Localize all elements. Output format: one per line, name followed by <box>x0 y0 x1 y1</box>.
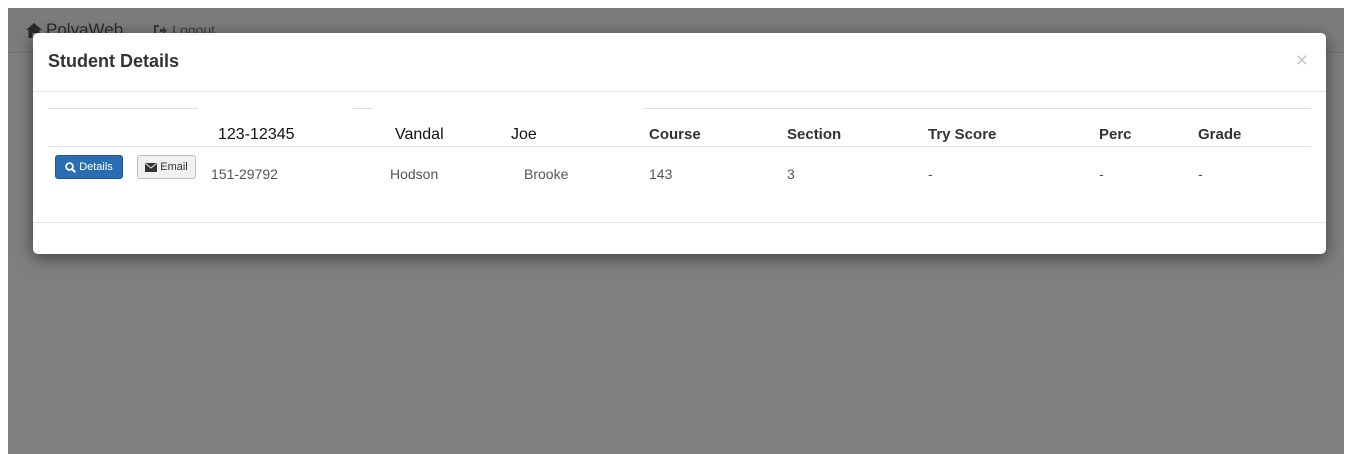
table-top-border <box>353 108 373 109</box>
row-course: 143 <box>649 166 673 182</box>
modal-footer <box>33 223 1326 255</box>
row-first-name: Brooke <box>524 166 569 182</box>
header-course: Course <box>649 126 701 143</box>
header-perc: Perc <box>1099 126 1132 143</box>
row-try-score: - <box>928 166 933 182</box>
page: PolyaWeb Logout Student Details × 123-12… <box>8 8 1344 454</box>
header-student-id: 123-12345 <box>218 126 295 143</box>
envelope-icon <box>145 162 158 172</box>
header-section: Section <box>787 126 842 143</box>
modal-body <box>33 92 1326 223</box>
row-section: 3 <box>787 166 795 182</box>
header-try-score: Try Score <box>928 126 997 143</box>
row-grade: - <box>1198 166 1203 182</box>
details-button[interactable]: Details <box>55 155 123 179</box>
close-icon[interactable]: × <box>1296 49 1308 73</box>
student-details-modal: Student Details × 123-12345 Vandal Joe C… <box>33 33 1326 254</box>
row-last-name: Hodson <box>390 166 439 182</box>
header-last-name: Vandal <box>395 126 444 143</box>
row-student-id: 151-29792 <box>211 166 278 182</box>
header-first-name: Joe <box>511 126 537 143</box>
row-perc: - <box>1099 166 1104 182</box>
table-top-border <box>645 108 1311 109</box>
table-top-border <box>48 108 198 109</box>
details-button-label: Details <box>79 161 113 173</box>
search-icon <box>65 161 77 173</box>
modal-header: Student Details × <box>33 33 1326 92</box>
email-button[interactable]: Email <box>137 155 196 179</box>
modal-title: Student Details <box>48 51 180 71</box>
table-header-divider <box>48 146 1311 147</box>
header-grade: Grade <box>1198 126 1242 143</box>
email-button-label: Email <box>160 161 188 173</box>
